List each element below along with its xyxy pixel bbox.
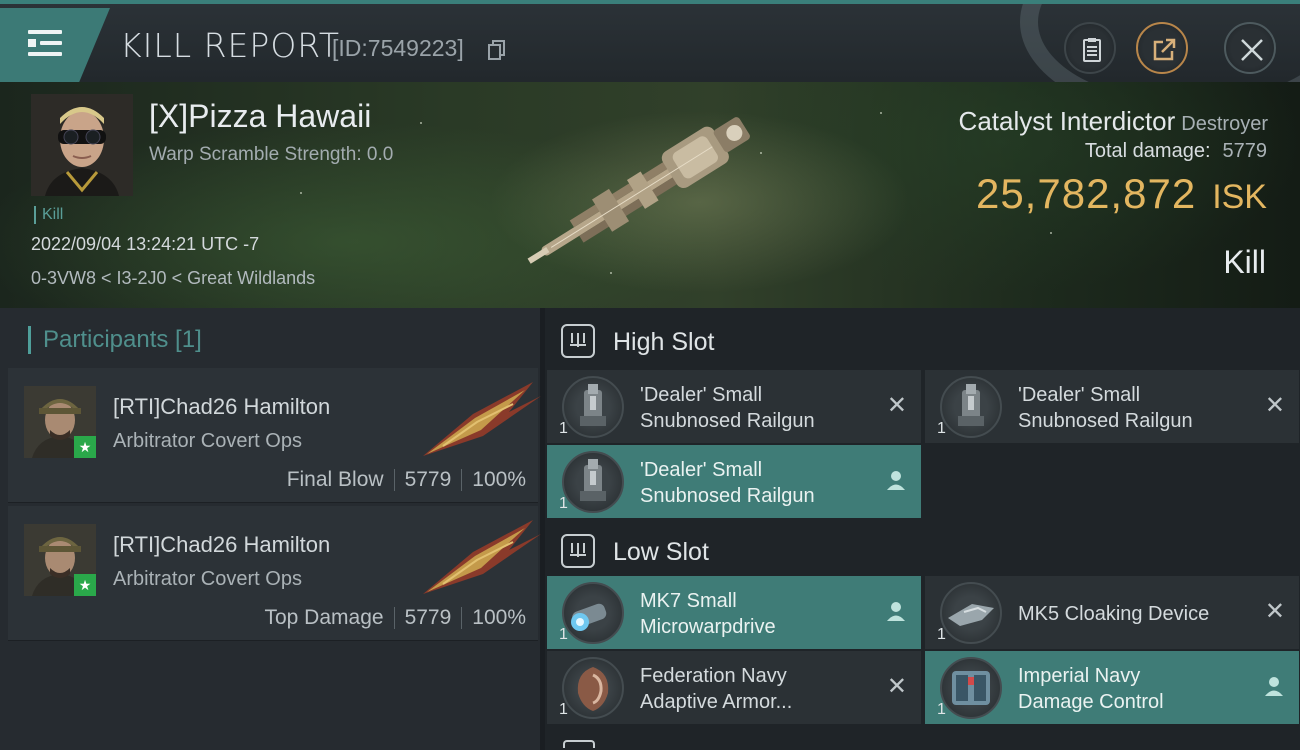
module-quantity: 1 (937, 626, 946, 643)
isk-unit: ISK (1212, 178, 1267, 216)
participants-panel: Participants [1] ★ [RTI]Chad26 Hamilton … (0, 308, 541, 750)
module-item[interactable]: 1 MK5 Cloaking Device ✕ (925, 576, 1299, 649)
destroyed-icon: ✕ (1264, 598, 1285, 625)
module-quantity: 1 (559, 626, 568, 643)
module-name: Imperial Navy Damage Control (1018, 665, 1164, 713)
high-slot-label: High Slot (613, 328, 715, 356)
module-item[interactable]: 1 MK7 Small Microwarpdrive (547, 576, 921, 649)
page-title: KILL REPORT (120, 26, 340, 65)
close-button[interactable] (1224, 22, 1276, 74)
destroyed-icon: ✕ (886, 392, 907, 419)
dropped-person-icon (885, 469, 907, 496)
low-slot-icon (561, 534, 595, 568)
participant-name: [RTI]Chad26 Hamilton (113, 394, 331, 419)
participant-damage: 5779 (404, 468, 452, 491)
participant-percent: 100% (472, 606, 526, 629)
participant-role: Top Damage (264, 606, 384, 629)
participant-row[interactable]: ★ [RTI]Chad26 Hamilton Arbitrator Covert… (8, 506, 541, 641)
total-damage-value: 5779 (1222, 140, 1268, 162)
module-name: 'Dealer' Small Snubnosed Railgun (1018, 384, 1193, 432)
cloaking-device-icon (940, 582, 1002, 644)
victim-name[interactable]: [X]Pizza Hawaii (149, 98, 371, 135)
corp-star-icon: ★ (74, 436, 96, 458)
module-name: 'Dealer' Small Snubnosed Railgun (640, 459, 815, 507)
share-button[interactable] (1136, 22, 1188, 74)
corp-star-icon: ★ (74, 574, 96, 596)
next-slot-header-partial (545, 740, 1300, 750)
kill-datetime: 2022/09/04 13:24:21 UTC -7 (31, 234, 260, 254)
high-slot-icon (561, 324, 595, 358)
module-item[interactable]: 1 'Dealer' Small Snubnosed Railgun ✕ (925, 370, 1299, 443)
fitting-panel: High Slot 1 'Dealer' Small Snubnosed Rail… (545, 308, 1300, 750)
kill-location[interactable]: 0-3VW8 < I3-2J0 < Great Wildlands (31, 268, 315, 289)
participant-stats: Final Blow 5779 100% (287, 468, 526, 492)
ship-name: Catalyst Interdictor (958, 106, 1176, 136)
participant-name: [RTI]Chad26 Hamilton (113, 532, 331, 557)
module-item[interactable]: 1 Federation Navy Adaptive Armor... ✕ (547, 651, 921, 724)
railgun-icon (940, 376, 1002, 438)
high-slot-header: High Slot (545, 310, 1300, 372)
participant-percent: 100% (472, 468, 526, 491)
module-quantity: 1 (559, 420, 568, 437)
module-quantity: 1 (937, 701, 946, 718)
header-bar: KILL REPORT [ID:7549223] (0, 0, 1300, 86)
module-name: MK5 Cloaking Device (1018, 603, 1210, 625)
total-damage-label: Total damage: (1084, 140, 1211, 162)
ship-type[interactable]: Catalyst Interdictor Destroyer (959, 106, 1268, 137)
microwarpdrive-icon (562, 582, 624, 644)
victim-banner: [X]Pizza Hawaii Warp Scramble Strength: … (0, 82, 1300, 308)
dropped-person-icon (885, 600, 907, 627)
victim-ship-image[interactable] (505, 110, 785, 270)
destroyed-icon: ✕ (1264, 392, 1285, 419)
railgun-icon (562, 376, 624, 438)
isk-value-line: 25,782,872 ISK (976, 170, 1267, 218)
participant-ship-image (423, 382, 541, 456)
armor-hardener-icon (562, 657, 624, 719)
module-quantity: 1 (559, 701, 568, 718)
dropped-person-icon (1263, 675, 1285, 702)
module-name: MK7 Small Microwarpdrive (640, 590, 776, 638)
participant-ship: Arbitrator Covert Ops (113, 568, 302, 590)
participant-row[interactable]: ★ [RTI]Chad26 Hamilton Arbitrator Covert… (8, 368, 541, 503)
low-slot-label: Low Slot (613, 538, 709, 566)
isk-value: 25,782,872 (975, 170, 1197, 217)
damage-control-icon (940, 657, 1002, 719)
participant-stats: Top Damage 5779 100% (264, 606, 526, 630)
participant-damage: 5779 (404, 606, 452, 629)
kill-tag: Kill (34, 206, 63, 224)
participant-role: Final Blow (286, 468, 384, 491)
copy-icon[interactable] (488, 40, 506, 60)
menu-button[interactable] (0, 8, 110, 82)
participants-heading: Participants [1] (28, 326, 202, 354)
ship-class: Destroyer (1181, 113, 1268, 135)
module-name: Federation Navy Adaptive Armor... (640, 665, 793, 713)
module-item[interactable]: 1 'Dealer' Small Snubnosed Railgun (547, 445, 921, 518)
destroyed-icon: ✕ (886, 673, 907, 700)
module-quantity: 1 (559, 495, 568, 512)
participant-ship: Arbitrator Covert Ops (113, 430, 302, 452)
kill-id: [ID:7549223] (332, 35, 464, 61)
module-name: 'Dealer' Small Snubnosed Railgun (640, 384, 815, 432)
module-quantity: 1 (937, 420, 946, 437)
participant-ship-image (423, 520, 541, 594)
result-label: Kill (1223, 244, 1266, 280)
low-slot-header: Low Slot (545, 520, 1300, 582)
module-item[interactable]: 1 Imperial Navy Damage Control (925, 651, 1299, 724)
warp-scramble-strength: Warp Scramble Strength: 0.0 (149, 144, 394, 165)
total-damage: Total damage: 5779 (1085, 140, 1267, 163)
clipboard-button[interactable] (1064, 22, 1116, 74)
railgun-icon (562, 451, 624, 513)
victim-portrait[interactable] (31, 94, 133, 196)
module-item[interactable]: 1 'Dealer' Small Snubnosed Railgun ✕ (547, 370, 921, 443)
